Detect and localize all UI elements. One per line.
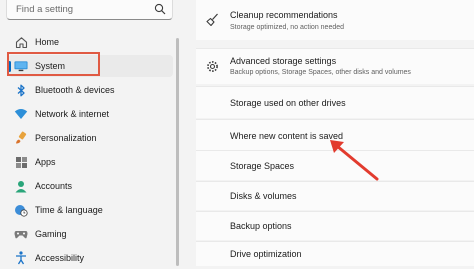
search-input[interactable]: [7, 0, 147, 18]
disks-volumes-row[interactable]: Disks & volumes: [196, 181, 474, 210]
row-label: Drive optimization: [230, 249, 302, 259]
brush-icon: [14, 131, 28, 145]
wifi-icon: [14, 107, 28, 121]
search-icon[interactable]: [154, 3, 166, 15]
sidebar-item-gaming[interactable]: Gaming: [8, 223, 173, 245]
cleanup-subtitle: Storage optimized, no action needed: [230, 24, 345, 31]
bluetooth-icon: [14, 83, 28, 97]
sidebar-item-network[interactable]: Network & internet: [8, 103, 173, 125]
sidebar-item-home[interactable]: Home: [8, 31, 173, 53]
sidebar-scrollbar[interactable]: [176, 38, 179, 266]
row-label: Storage used on other drives: [230, 97, 346, 108]
sidebar-item-bluetooth[interactable]: Bluetooth & devices: [8, 79, 173, 101]
advanced-storage-title: Advanced storage settings: [230, 56, 337, 66]
broom-icon: [206, 13, 218, 26]
storage-used-other-drives-row[interactable]: Storage used on other drives: [196, 86, 474, 118]
backup-options-row[interactable]: Backup options: [196, 211, 474, 240]
row-label: Storage Spaces: [230, 160, 295, 171]
advanced-storage-settings-card[interactable]: Advanced storage settings Backup options…: [196, 48, 474, 84]
sidebar-item-label: Accounts: [35, 181, 73, 191]
advanced-storage-subtitle: Backup options, Storage Spaces, other di…: [230, 69, 411, 76]
sidebar-item-label: Accessibility: [35, 253, 85, 263]
sidebar-item-personalization[interactable]: Personalization: [8, 127, 173, 149]
row-label: Backup options: [230, 221, 292, 231]
sidebar-item-label: Home: [35, 37, 60, 47]
sidebar-item-accounts[interactable]: Accounts: [8, 175, 173, 197]
row-label: Disks & volumes: [230, 191, 297, 201]
controller-icon: [14, 227, 28, 241]
sidebar-item-label: Gaming: [35, 229, 67, 239]
gear-icon: [207, 61, 218, 72]
sidebar-item-time-language[interactable]: Time & language: [8, 199, 173, 221]
cleanup-recommendations-card[interactable]: Cleanup recommendations Storage optimize…: [196, 0, 474, 40]
red-arrow-annotation: [330, 140, 379, 181]
sidebar-item-label: Apps: [35, 157, 56, 167]
sidebar-item-label: Time & language: [35, 205, 103, 215]
apps-icon: [14, 155, 28, 169]
sidebar-item-label: Personalization: [35, 133, 97, 143]
drive-optimization-row[interactable]: Drive optimization: [196, 241, 474, 266]
globe-clock-icon: [14, 203, 28, 217]
accessibility-icon: [14, 251, 28, 265]
search-box[interactable]: [6, 0, 173, 20]
cleanup-title: Cleanup recommendations: [230, 10, 338, 20]
sidebar-item-label: Bluetooth & devices: [35, 85, 115, 95]
person-icon: [14, 179, 28, 193]
sidebar-item-apps[interactable]: Apps: [8, 151, 173, 173]
system-highlight-box: [7, 52, 100, 76]
home-icon: [14, 35, 28, 49]
sidebar-item-label: Network & internet: [35, 109, 110, 119]
